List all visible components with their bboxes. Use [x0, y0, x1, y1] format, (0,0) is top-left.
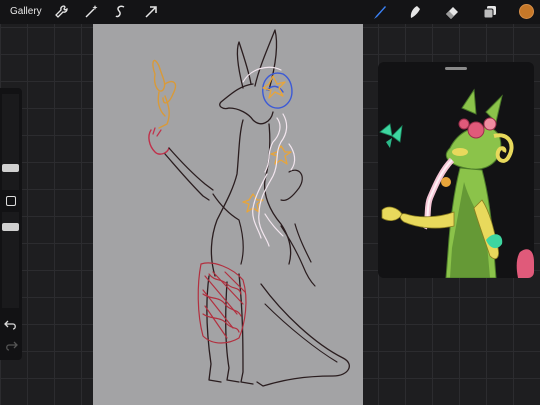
gallery-button[interactable]: Gallery [10, 6, 42, 17]
mint-butterfly [379, 123, 403, 148]
reference-window[interactable] [378, 62, 534, 278]
canvas-artwork [148, 29, 350, 387]
magic-wand-icon[interactable] [83, 4, 99, 20]
selection-icon[interactable] [113, 4, 129, 20]
color-picker-swatch[interactable] [519, 4, 534, 19]
transform-arrow-icon[interactable] [143, 4, 159, 20]
left-sidebar [0, 88, 22, 360]
redo-icon[interactable] [4, 340, 18, 352]
butterfly-sketch [152, 59, 177, 129]
white-braid-sketch [242, 66, 296, 247]
smudge-icon[interactable] [407, 4, 423, 20]
eraser-icon[interactable] [444, 4, 460, 20]
modify-button[interactable] [6, 196, 16, 206]
brush-size-slider[interactable] [2, 94, 19, 190]
blue-flower-sketch [262, 72, 293, 109]
top-toolbar: Gallery [0, 0, 540, 24]
red-skirt-sketch [197, 262, 247, 344]
brush-opacity-handle[interactable] [2, 223, 19, 231]
drawing-canvas[interactable] [93, 24, 363, 405]
reference-image [379, 88, 534, 278]
wrench-icon[interactable] [53, 4, 69, 20]
brush-size-handle[interactable] [2, 164, 19, 172]
brush-icon[interactable] [372, 4, 388, 20]
undo-icon[interactable] [4, 319, 18, 331]
layers-icon[interactable] [482, 4, 498, 20]
orange-flower-sketch [242, 75, 292, 213]
